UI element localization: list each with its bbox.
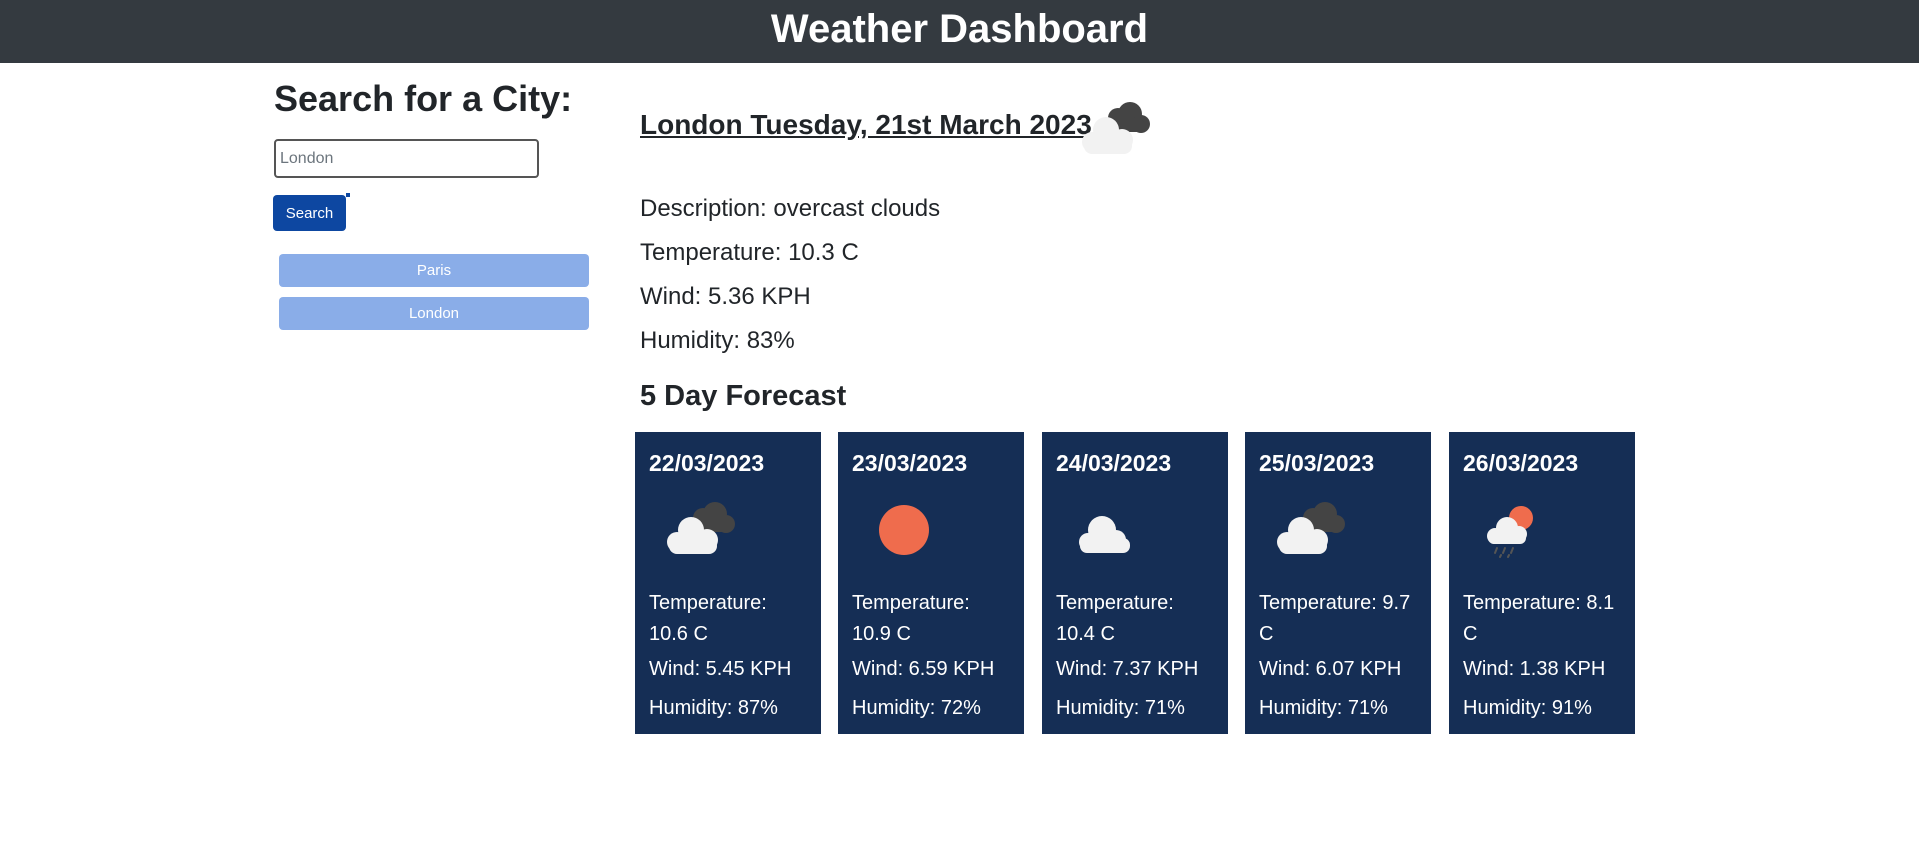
- rain-sun-icon: [1487, 506, 1533, 558]
- forecast-temperature: Temperature: 9.7 C: [1259, 592, 1411, 645]
- forecast-date: 23/03/2023: [852, 450, 968, 476]
- forecast-wind: Wind: 6.07 KPH: [1259, 658, 1402, 680]
- app-header: Weather Dashboard: [0, 0, 1919, 63]
- city-search-input[interactable]: [274, 139, 539, 178]
- app-title: Weather Dashboard: [770, 7, 1149, 51]
- forecast-wind: Wind: 7.37 KPH: [1056, 658, 1199, 680]
- forecast-wind: Wind: 1.38 KPH: [1463, 658, 1606, 680]
- forecast-humidity: Humidity: 71%: [1056, 697, 1185, 719]
- history-item-london[interactable]: London: [279, 297, 589, 330]
- focus-indicator: [346, 193, 350, 197]
- search-button[interactable]: Search: [273, 195, 346, 231]
- forecast-card: 26/03/2023 Temperature: 8.1 C Wind: 1.38…: [1449, 432, 1635, 734]
- current-wind: Wind: 5.36 KPH: [640, 283, 811, 310]
- clear-sky-icon: [879, 505, 929, 555]
- forecast-humidity: Humidity: 87%: [649, 697, 778, 719]
- forecast-card: 24/03/2023 Temperature: 10.4 C Wind: 7.3…: [1042, 432, 1228, 734]
- forecast-humidity: Humidity: 71%: [1259, 697, 1388, 719]
- forecast-date: 24/03/2023: [1056, 450, 1172, 476]
- forecast-temperature: Temperature: 8.1 C: [1463, 592, 1615, 645]
- forecast-card: 22/03/2023 Temperature: 10.6 C Wind: 5.4…: [635, 432, 821, 734]
- broken-clouds-icon: [1277, 502, 1345, 554]
- forecast-humidity: Humidity: 72%: [852, 697, 981, 719]
- search-heading: Search for a City:: [274, 78, 573, 119]
- current-humidity: Humidity: 83%: [640, 327, 795, 354]
- forecast-wind: Wind: 5.45 KPH: [649, 658, 792, 680]
- broken-clouds-icon: [667, 502, 735, 554]
- broken-clouds-icon: [1082, 102, 1150, 154]
- current-description: Description: overcast clouds: [640, 195, 941, 222]
- search-history-list: Paris London: [279, 254, 589, 340]
- forecast-date: 25/03/2023: [1259, 450, 1375, 476]
- forecast-heading: 5 Day Forecast: [640, 380, 847, 412]
- forecast-humidity: Humidity: 91%: [1463, 697, 1592, 719]
- forecast-temperature: Temperature: 10.6 C: [649, 592, 767, 645]
- forecast-date: 26/03/2023: [1463, 450, 1579, 476]
- forecast-card: 23/03/2023 Temperature: 10.9 C Wind: 6.5…: [838, 432, 1024, 734]
- current-weather-title: London Tuesday, 21st March 2023: [640, 109, 1092, 140]
- forecast-date: 22/03/2023: [649, 450, 765, 476]
- history-item-paris[interactable]: Paris: [279, 254, 589, 287]
- forecast-temperature: Temperature: 10.4 C: [1056, 592, 1174, 645]
- forecast-card: 25/03/2023 Temperature: 9.7 C Wind: 6.07…: [1245, 432, 1431, 734]
- forecast-temperature: Temperature: 10.9 C: [852, 592, 970, 645]
- forecast-wind: Wind: 6.59 KPH: [852, 658, 995, 680]
- current-temperature: Temperature: 10.3 C: [640, 239, 859, 266]
- cloud-icon: [1079, 516, 1130, 553]
